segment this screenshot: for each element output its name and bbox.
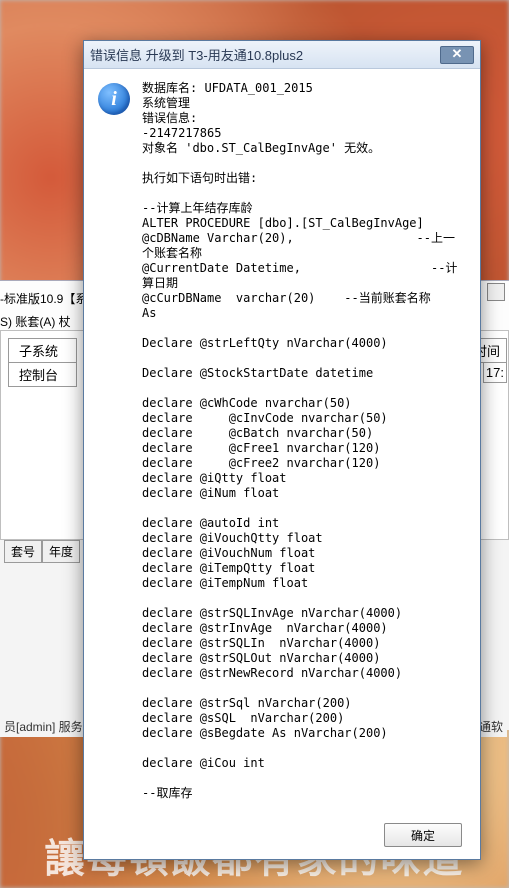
grid-header-console: 控制台 [8, 362, 77, 387]
dialog-title: 错误信息 升级到 T3-用友通10.8plus2 [90, 45, 440, 64]
close-button[interactable]: ✕ [440, 46, 474, 64]
button-year[interactable]: 年度 [42, 540, 80, 563]
ok-button[interactable]: 确定 [384, 823, 462, 847]
grid-time-value: 17: [483, 362, 507, 383]
main-window-title: -标准版10.9【系 [0, 290, 87, 307]
main-window-menu[interactable]: S) 账套(A) 杖 [0, 313, 71, 330]
button-account-set[interactable]: 套号 [4, 540, 42, 563]
dialog-body: i 数据库名: UFDATA_001_2015 系统管理 错误信息: -2147… [84, 69, 480, 859]
grid-header-subsystem: 子系统 [8, 338, 77, 363]
info-icon: i [98, 83, 130, 115]
error-dialog: 错误信息 升级到 T3-用友通10.8plus2 ✕ i 数据库名: UFDAT… [83, 40, 481, 860]
dialog-titlebar[interactable]: 错误信息 升级到 T3-用友通10.8plus2 ✕ [84, 41, 480, 69]
status-bar-left: 员[admin] 服务 [0, 716, 87, 737]
toolbar-icon[interactable] [487, 283, 505, 301]
error-message: 数据库名: UFDATA_001_2015 系统管理 错误信息: -214721… [142, 81, 466, 801]
